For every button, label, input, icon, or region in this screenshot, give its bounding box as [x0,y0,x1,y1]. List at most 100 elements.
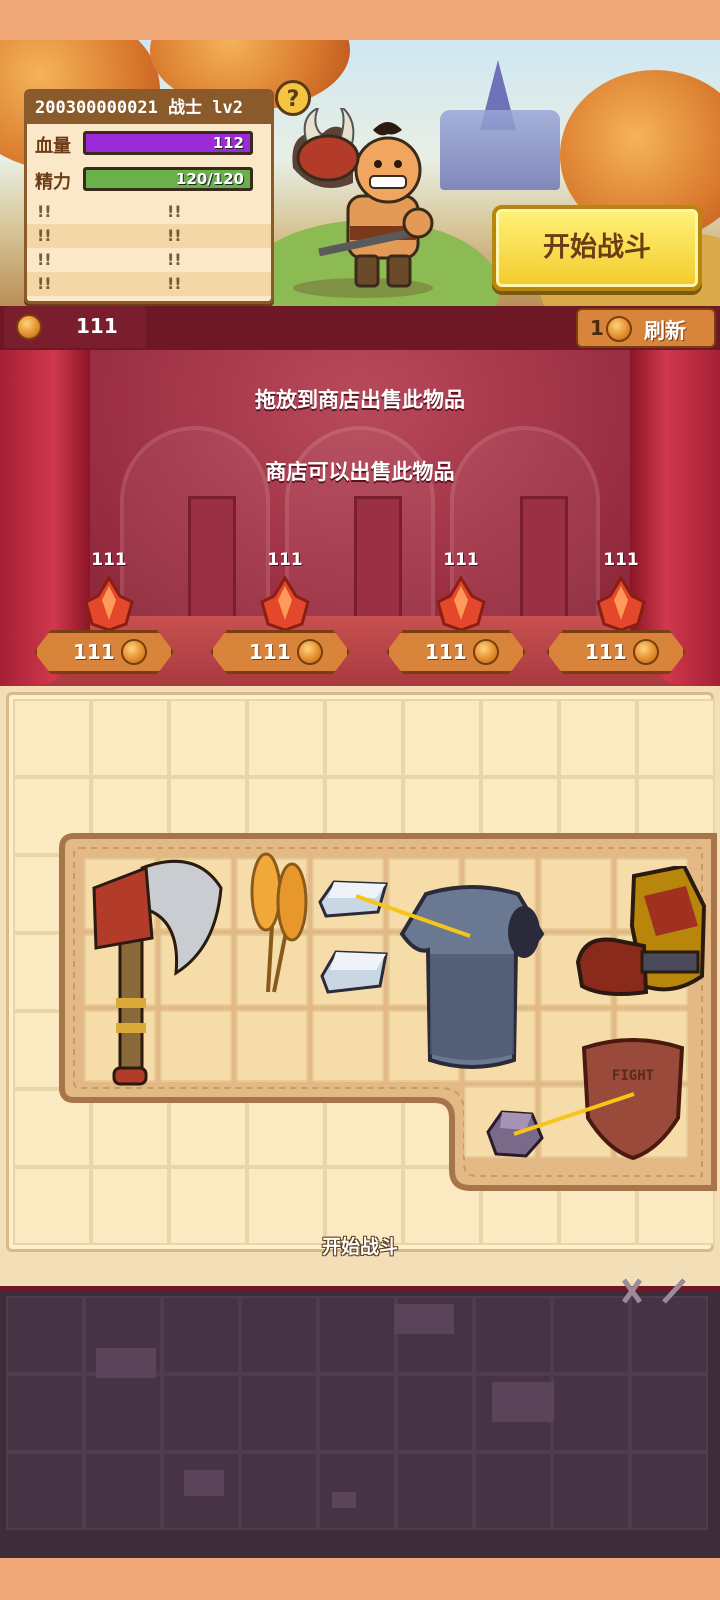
slot-quantity: 111 [603,550,639,570]
fire-crystal-icon [84,576,134,632]
chainmail-armor-icon[interactable] [396,884,548,1070]
bag-cell[interactable] [236,1010,308,1082]
slot-quantity: 111 [91,550,127,570]
storage-stash [0,1286,720,1558]
top-status-strip [0,0,720,40]
gold-coin-icon [297,639,323,665]
bottom-nav-strip [0,1558,720,1600]
stash-cell[interactable] [240,1374,318,1452]
energy-label: 精力 [35,172,71,193]
stash-item-placeholder [332,1492,356,1508]
player-id-level: 200300000021 战士 lv2 [27,92,271,124]
inventory-cell[interactable] [637,699,715,777]
stat-row-extra: !! !! [27,200,271,224]
hp-bar: 112 [83,131,253,155]
stash-cell[interactable] [162,1374,240,1452]
stash-cell[interactable] [318,1452,396,1530]
slot-quantity: 111 [443,550,479,570]
stash-item-placeholder [394,1304,454,1334]
shop-slot[interactable]: 111 111 [546,550,696,674]
inventory-cell[interactable] [247,699,325,777]
energy-row: 精力 120/120 [27,162,271,198]
price-value: 111 [249,640,291,664]
bag-cell[interactable] [312,1010,384,1082]
iron-ingot-icon[interactable] [316,876,390,920]
stat-value: !! [37,226,52,245]
stash-cell[interactable] [6,1296,84,1374]
wheat-icon[interactable] [244,852,312,1002]
stash-cell[interactable] [6,1452,84,1530]
inventory-cell[interactable] [13,699,91,777]
stash-cell[interactable] [474,1452,552,1530]
shield-engraving: FIGHT [612,1068,654,1084]
drag-to-sell-hint: 拖放到商店出售此物品 [255,388,465,412]
energy-bar: 120/120 [83,167,253,191]
stash-cell[interactable] [474,1296,552,1374]
gold-coin-icon [473,639,499,665]
shop-slot[interactable]: 111 111 [386,550,536,674]
stash-cell[interactable] [552,1452,630,1530]
stash-cell[interactable] [84,1374,162,1452]
inventory-cell[interactable] [169,699,247,777]
inventory-cell[interactable] [481,699,559,777]
stash-cell[interactable] [396,1452,474,1530]
price-tag[interactable]: 111 [34,630,174,674]
stash-cell[interactable] [630,1452,708,1530]
stat-value: !! [167,274,182,293]
stash-cell[interactable] [552,1296,630,1374]
wooden-shield-icon[interactable]: FIGHT [578,1038,688,1160]
stash-cell[interactable] [6,1374,84,1452]
price-tag[interactable]: 111 [386,630,526,674]
fire-crystal-icon [436,576,486,632]
fire-crystal-icon [260,576,310,632]
stash-cell[interactable] [84,1452,162,1530]
gauntlet-icon[interactable] [574,866,710,1002]
price-value: 111 [73,640,115,664]
shop-slot[interactable]: 111 111 [34,550,184,674]
stash-cell[interactable] [318,1374,396,1452]
player-stats-panel: 200300000021 战士 lv2 血量 112 精力 120/120 !!… [24,89,274,304]
inventory-cell[interactable] [559,699,637,777]
stash-cell[interactable] [318,1296,396,1374]
shop-can-sell-hint: 商店可以出售此物品 [265,460,455,484]
tools-icon [621,1278,686,1304]
inventory-cell[interactable] [325,699,403,777]
battle-axe-icon[interactable] [86,848,226,1088]
stash-item-placeholder [96,1348,156,1378]
stat-value: !! [167,250,182,269]
stash-cell[interactable] [552,1374,630,1452]
stat-row-extra: !! !! [27,272,271,296]
shop-slot[interactable]: 111 111 [210,550,360,674]
price-tag[interactable]: 111 [210,630,350,674]
stash-cell[interactable] [240,1296,318,1374]
stash-cell[interactable] [630,1374,708,1452]
gold-coin-icon [16,314,42,340]
price-value: 111 [425,640,467,664]
gold-counter: 111 [4,306,146,348]
hp-value: 112 [212,134,244,152]
stat-value: !! [167,226,182,245]
warrior-character [292,108,434,298]
stash-cell[interactable] [396,1374,474,1452]
price-value: 111 [585,640,627,664]
refresh-button[interactable]: 1 刷新 [576,308,716,348]
refresh-cost: 1 [590,316,604,340]
slot-quantity: 111 [267,550,303,570]
stat-value: !! [37,202,52,221]
hp-label: 血量 [35,136,71,157]
price-tag[interactable]: 111 [546,630,686,674]
inventory-cell[interactable] [91,699,169,777]
stash-item-placeholder [184,1470,224,1496]
stat-row-extra: !! !! [27,248,271,272]
stash-cell[interactable] [240,1452,318,1530]
gold-coin-icon [633,639,659,665]
fire-crystal-icon [596,576,646,632]
start-battle-button[interactable]: 开始战斗 [492,205,702,291]
gold-coin-icon [606,316,632,342]
inventory-cell[interactable] [403,699,481,777]
ore-stone-icon[interactable] [482,1108,546,1160]
iron-ingot-icon[interactable] [318,946,390,998]
stash-cell[interactable] [162,1296,240,1374]
gold-amount: 111 [76,314,118,338]
stash-cell[interactable] [630,1296,708,1374]
